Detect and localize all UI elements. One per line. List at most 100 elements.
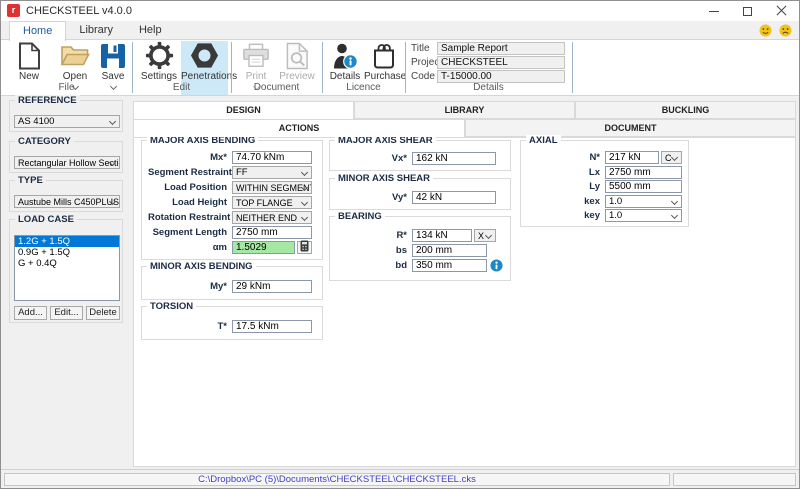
vx-input[interactable]	[412, 152, 496, 165]
project-field[interactable]	[437, 56, 565, 69]
tab-design[interactable]: DESIGN	[133, 101, 354, 119]
delete-load-case-button[interactable]: Delete	[86, 306, 120, 320]
new-button[interactable]: New	[8, 41, 50, 82]
load-height-select[interactable]: TOP FLANGE	[232, 196, 312, 209]
minor-axis-shear-group: MINOR AXIS SHEAR Vy*	[329, 178, 511, 210]
group-label-licence: Licence	[322, 82, 405, 93]
reference-select-value: AS 4100	[18, 116, 54, 127]
preview-magnifier-icon	[276, 41, 318, 70]
key-label: key	[527, 210, 605, 221]
settings-button[interactable]: Settings	[137, 41, 181, 82]
preview-button[interactable]: Preview	[276, 41, 318, 82]
add-load-case-button[interactable]: Add...	[14, 306, 47, 320]
reference-select[interactable]: AS 4100	[14, 115, 120, 128]
ly-label: Ly	[527, 181, 605, 192]
close-button[interactable]	[765, 1, 799, 21]
maximize-button[interactable]	[731, 1, 765, 21]
group-label-edit: Edit	[132, 82, 231, 93]
rotation-restraint-value: NEITHER END	[236, 213, 297, 223]
tab-buckling[interactable]: BUCKLING	[575, 101, 796, 119]
title-field[interactable]	[437, 42, 565, 55]
kex-select[interactable]: 1.0	[605, 195, 682, 208]
minimize-button[interactable]	[697, 1, 731, 21]
key-select[interactable]: 1.0	[605, 209, 682, 222]
menu-tab-home[interactable]: Home	[9, 21, 66, 41]
r-axis-select[interactable]: X	[474, 229, 496, 242]
hex-nut-icon	[181, 41, 228, 70]
chevron-down-icon	[301, 214, 308, 221]
load-case-item[interactable]: G + 0.4Q	[15, 258, 119, 269]
printer-icon	[237, 41, 275, 70]
n-type-select[interactable]: C	[661, 151, 682, 164]
bd-info-icon[interactable]	[490, 259, 503, 272]
app-window: r CHECKSTEEL v4.0.0 Home Library Help Ne…	[0, 0, 800, 489]
t-label: T*	[148, 321, 232, 332]
load-position-label: Load Position	[148, 182, 232, 193]
bearing-title: BEARING	[335, 211, 385, 222]
t-input[interactable]	[232, 320, 312, 333]
mx-input[interactable]	[232, 151, 312, 164]
load-case-item[interactable]: 0.9G + 1.5Q	[15, 247, 119, 258]
open-folder-icon	[53, 41, 97, 70]
minor-axis-shear-title: MINOR AXIS SHEAR	[335, 173, 433, 184]
load-case-group: LOAD CASE 1.2G + 1.5Q 0.9G + 1.5Q G + 0.…	[9, 219, 123, 323]
my-label: My*	[148, 281, 232, 292]
rotation-restraint-label: Rotation Restraint	[148, 212, 232, 223]
alpha-m-calculate-button[interactable]	[297, 241, 312, 254]
ribbon: New Open Save Settings Penetrations Prin…	[1, 40, 799, 96]
n-label: N*	[527, 152, 605, 163]
menu-tab-library[interactable]: Library	[66, 21, 126, 40]
torsion-title: TORSION	[147, 301, 196, 312]
load-height-label: Load Height	[148, 197, 232, 208]
tab-document[interactable]: DOCUMENT	[465, 119, 796, 137]
gear-icon	[137, 41, 181, 70]
my-input[interactable]	[232, 280, 312, 293]
chevron-down-icon	[671, 154, 678, 161]
major-axis-shear-group: MAJOR AXIS SHEAR Vx*	[329, 140, 511, 171]
close-icon	[776, 5, 788, 17]
vy-label: Vy*	[336, 192, 412, 203]
vy-input[interactable]	[412, 191, 496, 204]
menu-bar: Home Library Help	[1, 21, 799, 40]
mx-label: Mx*	[148, 152, 232, 163]
category-select[interactable]: Rectangular Hollow Section	[14, 156, 120, 169]
current-file-path: C:\Dropbox\PC (5)\Documents\CHECKSTEEL\C…	[5, 474, 669, 485]
bd-input[interactable]	[412, 259, 487, 272]
category-group: CATEGORY Rectangular Hollow Section	[9, 141, 123, 173]
edit-load-case-button[interactable]: Edit...	[50, 306, 83, 320]
details-button[interactable]: Details	[326, 41, 364, 82]
r-axis-value: X	[478, 231, 484, 241]
segment-restraint-select[interactable]: FF	[232, 166, 312, 179]
new-file-icon	[8, 41, 50, 70]
reference-group: REFERENCE AS 4100	[9, 100, 123, 132]
load-case-item[interactable]: 1.2G + 1.5Q	[15, 236, 119, 247]
chevron-down-icon	[671, 197, 678, 204]
lx-label: Lx	[527, 167, 605, 178]
tab-actions[interactable]: ACTIONS	[133, 119, 465, 137]
alpha-m-input[interactable]	[232, 241, 295, 254]
bs-input[interactable]	[412, 244, 487, 257]
load-position-select[interactable]: WITHIN SEGMENT	[232, 181, 312, 194]
category-select-value: Rectangular Hollow Section	[18, 158, 120, 168]
ly-input[interactable]	[605, 180, 682, 193]
axial-group: AXIAL N* C Lx Ly kex 1.0 key 1.0	[520, 140, 689, 227]
key-value: 1.0	[609, 210, 622, 221]
type-select-value: Austube Mills C450PLUS	[18, 197, 119, 207]
tab-library[interactable]: LIBRARY	[354, 101, 575, 119]
purchase-button[interactable]: Purchase	[364, 41, 404, 82]
alpha-m-label: αm	[148, 242, 232, 253]
segment-restraint-value: FF	[236, 167, 248, 178]
major-axis-bending-group: MAJOR AXIS BENDING Mx* Segment Restraint…	[141, 140, 323, 260]
minor-axis-bending-title: MINOR AXIS BENDING	[147, 261, 256, 272]
segment-length-input[interactable]	[232, 226, 312, 239]
n-input[interactable]	[605, 151, 659, 164]
rotation-restraint-select[interactable]: NEITHER END	[232, 211, 312, 224]
r-input[interactable]	[412, 229, 472, 242]
type-select[interactable]: Austube Mills C450PLUS	[14, 195, 120, 208]
vx-label: Vx*	[336, 153, 412, 164]
lx-input[interactable]	[605, 166, 682, 179]
status-right-panel	[673, 473, 796, 486]
load-case-list: 1.2G + 1.5Q 0.9G + 1.5Q G + 0.4Q	[14, 235, 120, 301]
menu-tab-help[interactable]: Help	[126, 21, 175, 40]
chevron-down-icon	[301, 199, 308, 206]
